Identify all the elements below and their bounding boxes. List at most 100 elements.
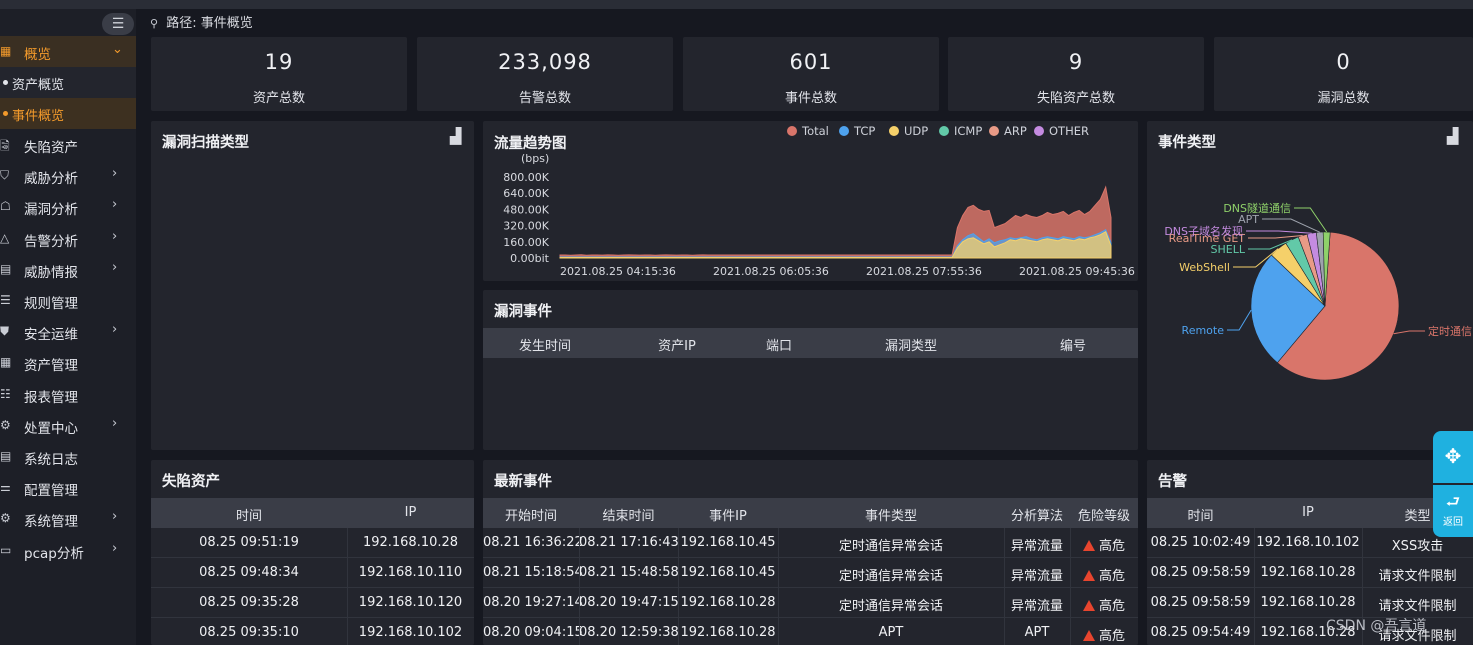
sidebar-item-system-mgmt[interactable]: ⚙ 系统管理 › <box>0 503 136 534</box>
x-tick-label: 2021.08.25 04:15:36 <box>560 265 676 278</box>
nav-overview-label: 概览 <box>24 47 51 63</box>
column-header[interactable]: 漏洞类型 <box>811 335 1011 354</box>
settings-icon: ⚙ <box>0 511 11 526</box>
legend-swatch <box>989 126 999 136</box>
table-row[interactable]: 08.21 15:18:54 08.21 15:48:58 192.168.10.4… <box>483 558 1138 588</box>
sidebar-item-system-log[interactable]: ▤ 系统日志 <box>0 441 136 472</box>
column-header[interactable]: 编号 <box>1011 335 1135 354</box>
breadcrumb-current: 事件概览 <box>200 16 253 31</box>
table-cell: 请求文件限制 <box>1362 595 1473 614</box>
column-header[interactable]: 资产IP <box>607 335 747 354</box>
nav-event-overview[interactable]: 事件概览 <box>0 98 136 129</box>
column-header[interactable]: 事件类型 <box>778 505 1004 524</box>
table-header: 开始时间 结束时间 事件IP 事件类型 分析算法 危险等级 <box>483 498 1138 528</box>
sidebar-item-label: 处置中心 <box>24 420 78 437</box>
table-cell: 192.168.10.45 <box>678 565 778 580</box>
cell-text: 请求文件限制 <box>1378 569 1457 584</box>
y-tick-label: 800.00K <box>503 171 549 184</box>
sidebar-item-disposal-center[interactable]: ⚙ 处置中心 › <box>0 410 136 441</box>
sidebar-item-report-mgmt[interactable]: ☷ 报表管理 <box>0 379 136 410</box>
cell-text: 08.20 19:47:15 <box>579 595 679 610</box>
warning-triangle-icon <box>1082 630 1095 641</box>
traffic-chart: (bps) 800.00K 640.00K 480.00K 320.00K 160.00K… <box>503 124 1135 278</box>
column-header[interactable]: 危险等级 <box>1070 505 1138 524</box>
table-cell: XSS攻击 <box>1362 535 1473 554</box>
chevron-right-icon: › <box>112 166 118 182</box>
table-row[interactable]: 08.25 09:35:10 192.168.10.102 <box>151 618 474 645</box>
stat-card-compromised: 9 失陷资产总数 <box>948 37 1204 111</box>
cell-text: 异常流量 <box>1010 599 1063 614</box>
column-header[interactable]: 时间 <box>151 505 347 524</box>
sidebar-item-vuln-analysis[interactable]: ☖ 漏洞分析 › <box>0 191 136 222</box>
table-row[interactable]: 08.20 19:27:14 08.20 19:47:15 192.168.10.2… <box>483 588 1138 618</box>
table-cell: 08.21 16:36:22 <box>483 535 583 550</box>
cell-text: 08.25 09:48:34 <box>199 565 299 580</box>
cell-text: 08.25 09:35:10 <box>199 625 299 640</box>
move-button[interactable]: ✥ <box>1433 431 1473 483</box>
table-cell: APT <box>778 625 1004 640</box>
sidebar-item-alert-analysis[interactable]: △ 告警分析 › <box>0 223 136 254</box>
stat-label: 漏洞总数 <box>1317 91 1370 106</box>
sidebar-item-pcap-analysis[interactable]: ▭ pcap分析 › <box>0 535 136 566</box>
table-cell: 08.25 09:58:59 <box>1147 565 1254 580</box>
cell-text: 08.25 09:35:28 <box>199 595 299 610</box>
alarm-icon: △ <box>0 230 10 245</box>
column-header[interactable]: 发生时间 <box>483 335 607 354</box>
table-header: 发生时间 资产IP 端口 漏洞类型 编号 <box>483 328 1138 358</box>
nav-overview[interactable]: ▦ 概览 ⌄ <box>0 36 136 67</box>
table-cell: 高危 <box>1070 535 1138 554</box>
menu-fold-icon[interactable]: ☰ <box>102 13 134 35</box>
cell-text: 192.168.10.45 <box>680 565 776 580</box>
nav-asset-overview[interactable]: 资产概览 <box>0 67 136 98</box>
column-header[interactable]: 开始时间 <box>483 505 579 524</box>
cell-text: 08.25 10:02:49 <box>1150 535 1251 550</box>
table-row[interactable]: 08.25 10:02:49 192.168.10.102 XSS攻击 <box>1147 528 1473 558</box>
table-cell: 08.21 15:18:54 <box>483 565 583 580</box>
column-header[interactable]: 端口 <box>747 335 811 354</box>
table-row[interactable]: 08.25 09:48:34 192.168.10.110 <box>151 558 474 588</box>
table-cell: APT <box>1004 625 1070 640</box>
sidebar-item-threat-intel[interactable]: ▤ 威胁情报 › <box>0 254 136 285</box>
cell-text: 定时通信异常会话 <box>838 599 943 614</box>
table-row[interactable]: 08.21 16:36:22 08.21 17:16:43 192.168.10.4… <box>483 528 1138 558</box>
back-button[interactable]: ⮐ 返回 <box>1433 485 1473 537</box>
move-icon: ✥ <box>1444 444 1462 468</box>
column-header[interactable]: 时间 <box>1147 505 1254 524</box>
bullet-icon <box>3 111 8 116</box>
table-cell: 定时通信异常会话 <box>778 535 1004 554</box>
stat-value: 601 <box>789 50 833 74</box>
cell-text: 08.25 09:58:59 <box>1150 595 1251 610</box>
sidebar-item-compromised[interactable]: 🗟 失陷资产 <box>0 129 136 160</box>
table-row[interactable]: 08.20 09:04:15 08.20 12:59:38 192.168.10.2… <box>483 618 1138 645</box>
bullet-icon <box>3 80 8 85</box>
back-button-label: 返回 <box>1443 517 1463 528</box>
legend-label: TCP <box>853 124 875 138</box>
host-icon: 🗟 <box>0 139 10 153</box>
sidebar-item-asset-mgmt[interactable]: ▦ 资产管理 <box>0 347 136 378</box>
chevron-right-icon: › <box>112 259 118 275</box>
table-cell: 08.25 09:35:28 <box>151 595 347 610</box>
cell-text: 异常流量 <box>1010 539 1063 554</box>
sidebar-item-label: pcap分析 <box>24 545 84 562</box>
table-row[interactable]: 08.25 09:35:28 192.168.10.120 <box>151 588 474 618</box>
table-cell: 08.20 19:47:15 <box>579 595 679 610</box>
column-header[interactable]: 分析算法 <box>1004 505 1070 524</box>
cell-text: 192.168.10.102 <box>1256 535 1360 550</box>
table-row[interactable]: 08.25 09:58:59 192.168.10.28 请求文件限制 <box>1147 588 1473 618</box>
table-cell: 异常流量 <box>1004 595 1070 614</box>
sidebar-item-label: 报表管理 <box>24 389 78 406</box>
sidebar-item-config-mgmt[interactable]: ⚌ 配置管理 <box>0 472 136 503</box>
table-row[interactable]: 08.25 09:51:19 192.168.10.28 <box>151 528 474 558</box>
bar-chart-icon[interactable]: ▟ <box>450 127 462 145</box>
sidebar-item-sec-ops[interactable]: ⛊ 安全运维 › <box>0 316 136 347</box>
column-header[interactable]: 事件IP <box>678 505 778 524</box>
sidebar-item-label: 告警分析 <box>24 233 78 250</box>
sidebar-item-threat-analysis[interactable]: ⛉ 威胁分析 › <box>0 160 136 191</box>
table-row[interactable]: 08.25 09:58:59 192.168.10.28 请求文件限制 <box>1147 558 1473 588</box>
sidebar-item-rule-mgmt[interactable]: ☰ 规则管理 <box>0 285 136 316</box>
table-cell: 08.25 09:58:59 <box>1147 595 1254 610</box>
column-header[interactable]: IP <box>1254 505 1362 520</box>
column-header[interactable]: 结束时间 <box>579 505 678 524</box>
column-header[interactable]: IP <box>347 505 474 520</box>
table-cell: 高危 <box>1070 595 1138 614</box>
